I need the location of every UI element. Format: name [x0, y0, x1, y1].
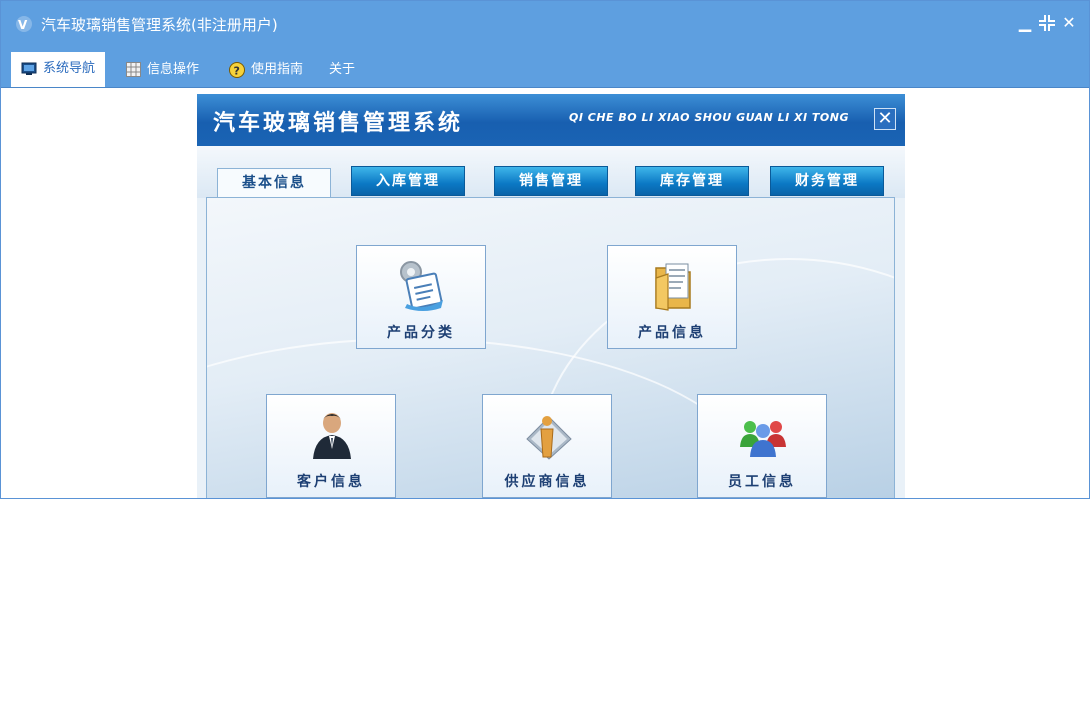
button-label: 产品分类 [387, 325, 455, 341]
button-label: 客户信息 [297, 474, 365, 490]
customer-info-button[interactable]: 客户信息 [266, 394, 396, 498]
menu-item-label: 关于 [329, 62, 356, 77]
tab-sales[interactable]: 销售管理 [494, 166, 608, 196]
restore-icon[interactable] [1038, 13, 1056, 33]
embedded-app-frame: 汽车玻璃销售管理系统 QI CHE BO LI XIAO SHOU GUAN L… [197, 94, 905, 498]
app-logo-icon: V [16, 16, 32, 32]
tab-inventory[interactable]: 库存管理 [635, 166, 749, 196]
title-bar[interactable]: V 汽车玻璃销售管理系统(非注册用户) ▁ ✕ [1, 1, 1089, 47]
app-close-icon[interactable]: ✕ [874, 108, 896, 130]
staff-group-icon [740, 421, 786, 457]
menu-item-user-guide[interactable]: ? 使用指南 [229, 53, 303, 87]
supplier-icon [526, 416, 572, 460]
grid-icon [126, 62, 141, 77]
tab-basic-info[interactable]: 基本信息 [217, 168, 331, 200]
help-icon: ? [229, 61, 245, 78]
menu-bar: 系统导航 信息操作 ? 使用指南 关于 [1, 47, 1089, 88]
monitor-icon [21, 62, 37, 75]
button-label: 产品信息 [638, 325, 706, 341]
close-icon[interactable]: ✕ [1060, 13, 1078, 33]
menu-item-label: 系统导航 [43, 61, 96, 76]
customer-person-icon [313, 413, 351, 459]
menu-item-system-nav[interactable]: 系统导航 [11, 52, 106, 87]
tab-bar: 基本信息 入库管理 销售管理 库存管理 财务管理 [197, 146, 905, 200]
button-label: 供应商信息 [504, 474, 590, 490]
basic-info-panel: 产品分类 产品信息 客户信息 供应商信息 员工信息 [206, 197, 895, 498]
staff-info-button[interactable]: 员工信息 [697, 394, 827, 498]
app-subtitle: QI CHE BO LI XIAO SHOU GUAN LI XI TONG [569, 111, 850, 124]
window-title: 汽车玻璃销售管理系统(非注册用户) [41, 16, 278, 34]
product-category-icon [400, 261, 443, 311]
minimize-icon[interactable]: ▁ [1016, 13, 1034, 33]
svg-text:?: ? [234, 64, 240, 77]
main-window: V 汽车玻璃销售管理系统(非注册用户) ▁ ✕ 系统导航 信息操作 ? 使用指南… [0, 0, 1090, 499]
app-header: 汽车玻璃销售管理系统 QI CHE BO LI XIAO SHOU GUAN L… [197, 94, 905, 146]
svg-text:V: V [18, 18, 28, 32]
menu-item-about[interactable]: 关于 [329, 53, 355, 87]
product-category-button[interactable]: 产品分类 [356, 245, 486, 349]
menu-item-label: 信息操作 [147, 62, 200, 77]
product-info-folder-icon [655, 263, 691, 311]
tab-inbound[interactable]: 入库管理 [351, 166, 465, 196]
supplier-info-button[interactable]: 供应商信息 [482, 394, 612, 498]
app-title: 汽车玻璃销售管理系统 [213, 111, 464, 136]
product-info-button[interactable]: 产品信息 [607, 245, 737, 349]
menu-item-info-ops[interactable]: 信息操作 [126, 53, 199, 87]
content-area: 汽车玻璃销售管理系统 QI CHE BO LI XIAO SHOU GUAN L… [1, 88, 1089, 498]
menu-item-label: 使用指南 [251, 62, 304, 77]
button-label: 员工信息 [728, 474, 796, 490]
tab-finance[interactable]: 财务管理 [770, 166, 884, 196]
